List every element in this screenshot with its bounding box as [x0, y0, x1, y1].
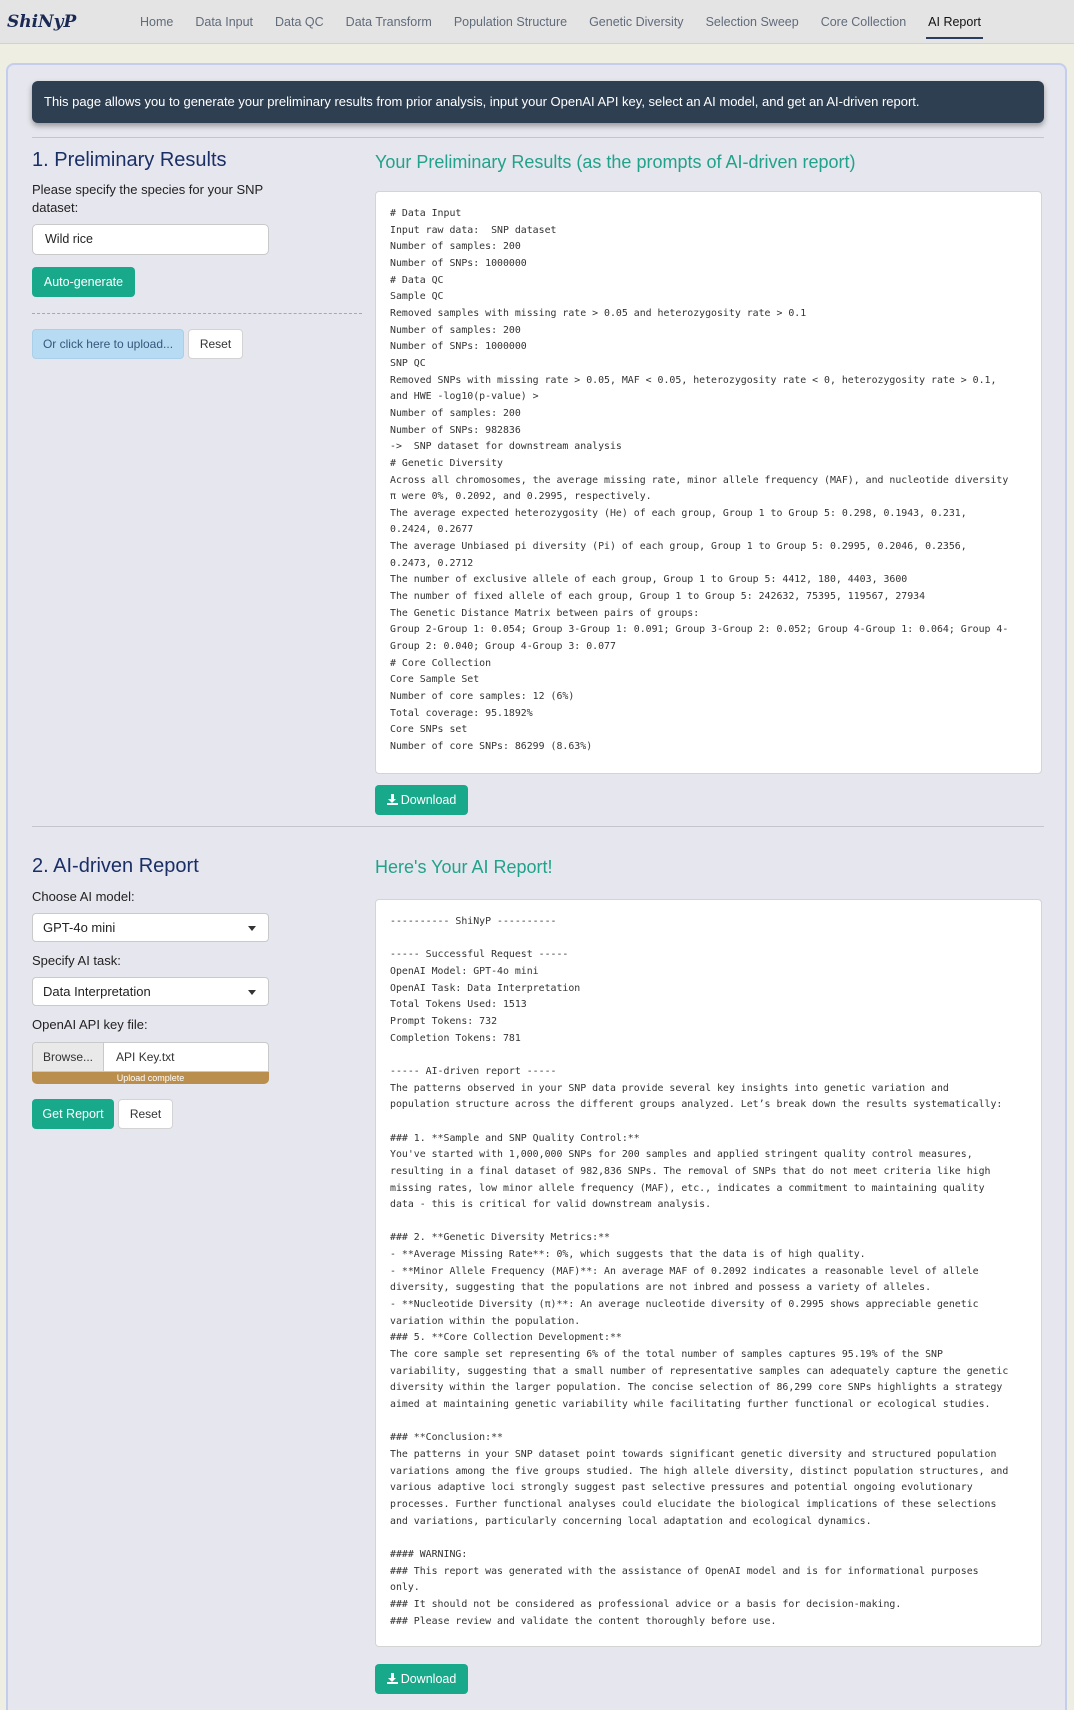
tab-data-qc[interactable]: Data QC [264, 2, 335, 42]
preliminary-results-box[interactable]: # Data Input Input raw data: SNP dataset… [375, 191, 1042, 774]
nav-tabs: Home Data Input Data QC Data Transform P… [129, 2, 992, 42]
download-results-button[interactable]: Download [375, 785, 468, 815]
info-banner: This page allows you to generate your pr… [32, 81, 1044, 123]
reset-button[interactable]: Reset [118, 1099, 173, 1129]
auto-generate-button[interactable]: Auto-generate [32, 267, 135, 297]
dashed-divider [32, 313, 362, 314]
file-name: API Key.txt [116, 1050, 175, 1064]
section-title-preliminary: 1. Preliminary Results [32, 149, 227, 171]
divider [32, 826, 1044, 827]
report-title: Here's Your AI Report! [375, 857, 553, 877]
chevron-down-icon [248, 925, 256, 931]
download-icon [386, 794, 398, 805]
tab-ai-report[interactable]: AI Report [917, 2, 992, 42]
species-label: Please specify the species for your SNP … [32, 182, 263, 215]
reset-button[interactable]: Reset [188, 329, 243, 359]
section-title-ai-report: 2. AI-driven Report [32, 855, 199, 877]
upload-button[interactable]: Or click here to upload... [32, 329, 184, 359]
model-label: Choose AI model: [32, 889, 135, 904]
chevron-down-icon [248, 989, 256, 995]
model-select[interactable]: GPT-4o mini [32, 913, 269, 942]
tab-population-structure[interactable]: Population Structure [443, 2, 578, 42]
tab-selection-sweep[interactable]: Selection Sweep [695, 2, 810, 42]
ai-report-text: ---------- ShiNyP ---------- ----- Succe… [390, 916, 1009, 1627]
divider [32, 137, 1044, 138]
tab-core-collection[interactable]: Core Collection [810, 2, 917, 42]
api-key-label: OpenAI API key file: [32, 1017, 148, 1032]
get-report-button[interactable]: Get Report [32, 1099, 114, 1129]
preliminary-results-text: # Data Input Input raw data: SNP dataset… [390, 208, 1009, 752]
species-input[interactable]: Wild rice [32, 224, 269, 255]
tab-genetic-diversity[interactable]: Genetic Diversity [578, 2, 694, 42]
task-label: Specify AI task: [32, 953, 121, 968]
tab-data-transform[interactable]: Data Transform [335, 2, 443, 42]
ai-report-box[interactable]: ---------- ShiNyP ---------- ----- Succe… [375, 899, 1042, 1647]
brand-logo[interactable]: ShiNyP [7, 12, 129, 32]
browse-button[interactable]: Browse... [33, 1043, 105, 1071]
tab-home[interactable]: Home [129, 2, 184, 42]
download-icon [386, 1673, 398, 1684]
upload-progress-bar: Upload complete [32, 1072, 269, 1084]
api-key-file-input[interactable]: Browse... API Key.txt [32, 1042, 269, 1072]
results-title: Your Preliminary Results (as the prompts… [375, 152, 856, 172]
task-select[interactable]: Data Interpretation [32, 977, 269, 1006]
main-panel: This page allows you to generate your pr… [6, 63, 1067, 1710]
tab-data-input[interactable]: Data Input [184, 2, 264, 42]
navbar: ShiNyP Home Data Input Data QC Data Tran… [0, 0, 1074, 44]
download-report-button[interactable]: Download [375, 1664, 468, 1694]
